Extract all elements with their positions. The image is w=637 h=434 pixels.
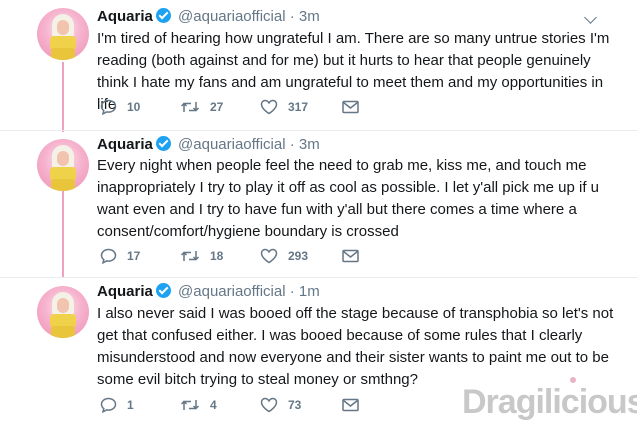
author-name[interactable]: Aquaria: [97, 283, 153, 300]
verified-icon: [155, 283, 171, 298]
retweet-button[interactable]: 27: [180, 97, 223, 117]
retweet-button[interactable]: 18: [180, 246, 223, 266]
separator: ·: [289, 8, 295, 25]
avatar[interactable]: [37, 286, 89, 338]
retweet-icon: [180, 400, 200, 410]
reply-icon: [100, 99, 117, 115]
retweet-count: 27: [210, 100, 224, 114]
reply-icon: [100, 397, 117, 413]
message-icon: [342, 249, 359, 263]
like-count: 73: [288, 398, 302, 412]
verified-icon: [155, 8, 171, 23]
author-handle[interactable]: @aquariaofficial: [178, 136, 286, 153]
like-icon: [260, 397, 278, 413]
watermark-logo: Dragilicious: [462, 377, 637, 422]
author-name[interactable]: Aquaria: [97, 8, 153, 25]
watermark-swirl: [570, 377, 576, 383]
timestamp[interactable]: 1m: [299, 283, 320, 300]
retweet-icon: [180, 251, 200, 261]
like-icon: [260, 99, 278, 115]
watermark-text: Dragilicious: [462, 383, 637, 421]
separator: ·: [289, 136, 295, 153]
reply-button[interactable]: 17: [100, 246, 140, 266]
message-icon: [342, 398, 359, 412]
author-name[interactable]: Aquaria: [97, 136, 153, 153]
reply-icon: [100, 248, 117, 264]
like-icon: [260, 248, 278, 264]
author-handle[interactable]: @aquariaofficial: [178, 8, 286, 25]
reply-count: 1: [127, 398, 134, 412]
separator: ·: [289, 283, 295, 300]
retweet-count: 18: [210, 249, 224, 263]
message-button[interactable]: [342, 97, 359, 117]
retweet-icon: [180, 102, 200, 112]
tweet[interactable]: Aquaria @aquariaofficial · 3m I'm tired …: [0, 0, 637, 130]
message-icon: [342, 100, 359, 114]
chevron-down-icon[interactable]: [584, 11, 597, 24]
avatar[interactable]: [37, 8, 89, 60]
like-button[interactable]: 317: [260, 97, 308, 117]
tweet-text: I also never said I was booed off the st…: [97, 305, 614, 388]
retweet-count: 4: [210, 398, 217, 412]
timestamp[interactable]: 3m: [299, 136, 320, 153]
like-count: 317: [288, 100, 309, 114]
message-button[interactable]: [342, 246, 359, 266]
tweet[interactable]: Aquaria @aquariaofficial · 3m Every nigh…: [0, 131, 637, 277]
verified-icon: [155, 136, 171, 151]
author-handle[interactable]: @aquariaofficial: [178, 283, 286, 300]
tweet-header: Aquaria @aquariaofficial · 1m: [97, 283, 320, 301]
reply-count: 10: [127, 100, 141, 114]
reply-count: 17: [127, 249, 141, 263]
tweet-header: Aquaria @aquariaofficial · 3m: [97, 136, 320, 154]
reply-button[interactable]: 10: [100, 97, 140, 117]
timestamp[interactable]: 3m: [299, 8, 320, 25]
retweet-button[interactable]: 4: [180, 395, 217, 415]
avatar[interactable]: [37, 139, 89, 191]
tweet-header: Aquaria @aquariaofficial · 3m: [97, 8, 320, 26]
like-count: 293: [288, 249, 309, 263]
tweet-text: Every night when people feel the need to…: [97, 157, 599, 240]
reply-button[interactable]: 1: [100, 395, 134, 415]
like-button[interactable]: 73: [260, 395, 301, 415]
message-button[interactable]: [342, 395, 359, 415]
like-button[interactable]: 293: [260, 246, 308, 266]
